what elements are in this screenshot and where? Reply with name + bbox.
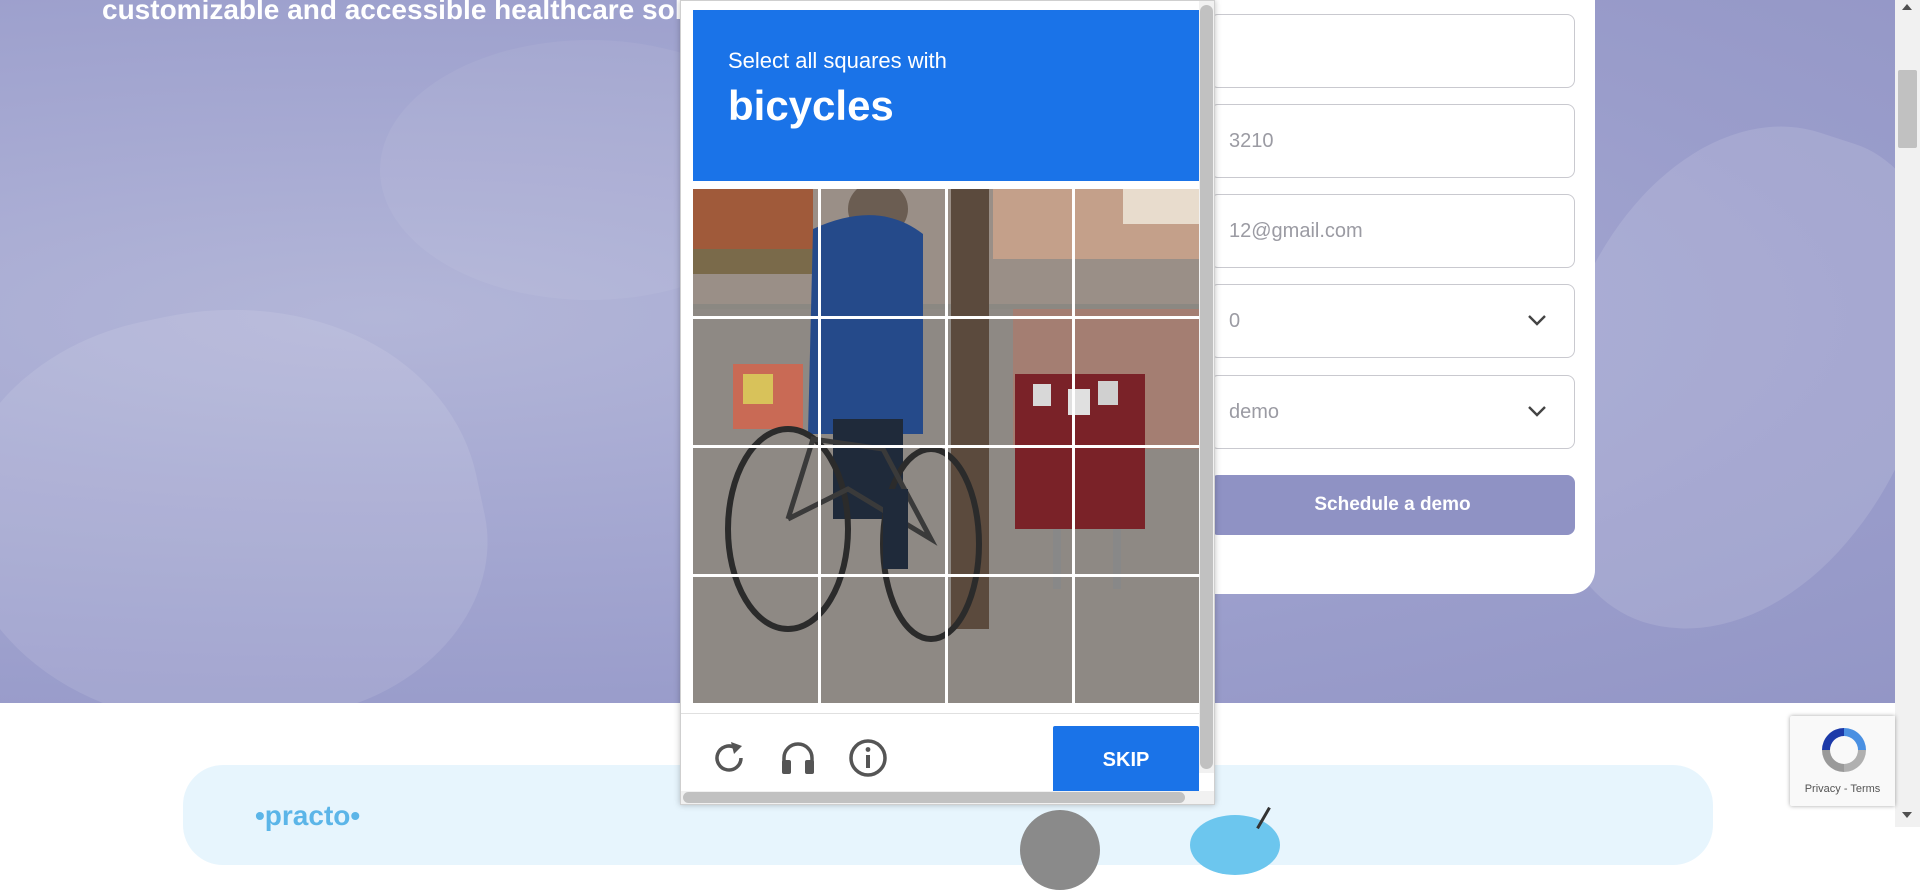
scroll-up-arrow-icon[interactable] <box>1902 4 1912 10</box>
dialog-vertical-scrollbar[interactable] <box>1199 1 1214 773</box>
name-field[interactable] <box>1210 14 1575 88</box>
demo-type-select-value: demo <box>1229 400 1280 423</box>
recaptcha-badge[interactable]: Privacy - Terms <box>1790 716 1895 806</box>
captcha-tile[interactable] <box>1073 446 1199 575</box>
phone-field[interactable]: 3210 <box>1210 104 1575 178</box>
captcha-tile[interactable] <box>693 446 819 575</box>
phone-field-value: 3210 <box>1229 129 1274 152</box>
grid-divider <box>693 316 1199 319</box>
grid-divider <box>693 574 1199 577</box>
info-icon[interactable] <box>848 738 888 778</box>
chevron-down-icon <box>1528 315 1546 326</box>
page-scrollbar[interactable] <box>1895 0 1920 827</box>
captcha-tile[interactable] <box>693 317 819 446</box>
email-field-value: 12@gmail.com <box>1229 219 1363 242</box>
schedule-demo-button[interactable]: Schedule a demo <box>1210 475 1575 535</box>
email-field[interactable]: 12@gmail.com <box>1210 194 1575 268</box>
count-select-value: 0 <box>1229 309 1241 332</box>
page-scrollbar-thumb[interactable] <box>1898 70 1917 148</box>
demo-type-select[interactable]: demo <box>1210 375 1575 449</box>
scroll-down-arrow-icon[interactable] <box>1902 812 1912 818</box>
illustration-image <box>1190 815 1280 875</box>
grid-divider <box>693 445 1199 448</box>
reload-icon[interactable] <box>709 738 749 778</box>
captcha-tile[interactable] <box>946 575 1073 703</box>
demo-form-card: 3210 12@gmail.com 0 demo Schedule a demo <box>1180 0 1595 594</box>
captcha-instruction: Select all squares with <box>728 48 947 73</box>
captcha-header: Select all squares with bicycles <box>693 10 1199 181</box>
captcha-challenge-dialog: Select all squares with bicycles SKIP <box>680 0 1215 805</box>
dialog-vertical-scrollbar-thumb[interactable] <box>1200 5 1213 769</box>
practo-logo: •practo• <box>255 800 361 831</box>
captcha-tile[interactable] <box>693 575 819 703</box>
dialog-horizontal-scrollbar-thumb[interactable] <box>683 792 1185 803</box>
captcha-tile[interactable] <box>1073 189 1199 317</box>
captcha-tile[interactable] <box>1073 317 1199 446</box>
captcha-target-word: bicycles <box>728 82 894 129</box>
skip-button[interactable]: SKIP <box>1053 726 1199 794</box>
captcha-tile[interactable] <box>819 575 946 703</box>
recaptcha-logo-icon <box>1822 728 1866 772</box>
captcha-tile[interactable] <box>819 446 946 575</box>
captcha-tile[interactable] <box>946 189 1073 317</box>
captcha-tile[interactable] <box>946 446 1073 575</box>
captcha-tile[interactable] <box>693 189 819 317</box>
background-pillow-shape <box>0 260 518 703</box>
captcha-footer: SKIP <box>681 713 1199 794</box>
dialog-horizontal-scrollbar[interactable] <box>681 791 1214 804</box>
captcha-tile[interactable] <box>819 317 946 446</box>
captcha-tile[interactable] <box>819 189 946 317</box>
privacy-terms-links[interactable]: Privacy - Terms <box>1790 783 1895 795</box>
captcha-tile[interactable] <box>946 317 1073 446</box>
chevron-down-icon <box>1528 406 1546 417</box>
person-image <box>1020 810 1100 890</box>
hero-tagline: customizable and accessible healthcare s… <box>102 0 700 25</box>
captcha-image-grid <box>693 189 1199 703</box>
audio-icon[interactable] <box>778 738 818 778</box>
count-select[interactable]: 0 <box>1210 284 1575 358</box>
captcha-tile[interactable] <box>1073 575 1199 703</box>
